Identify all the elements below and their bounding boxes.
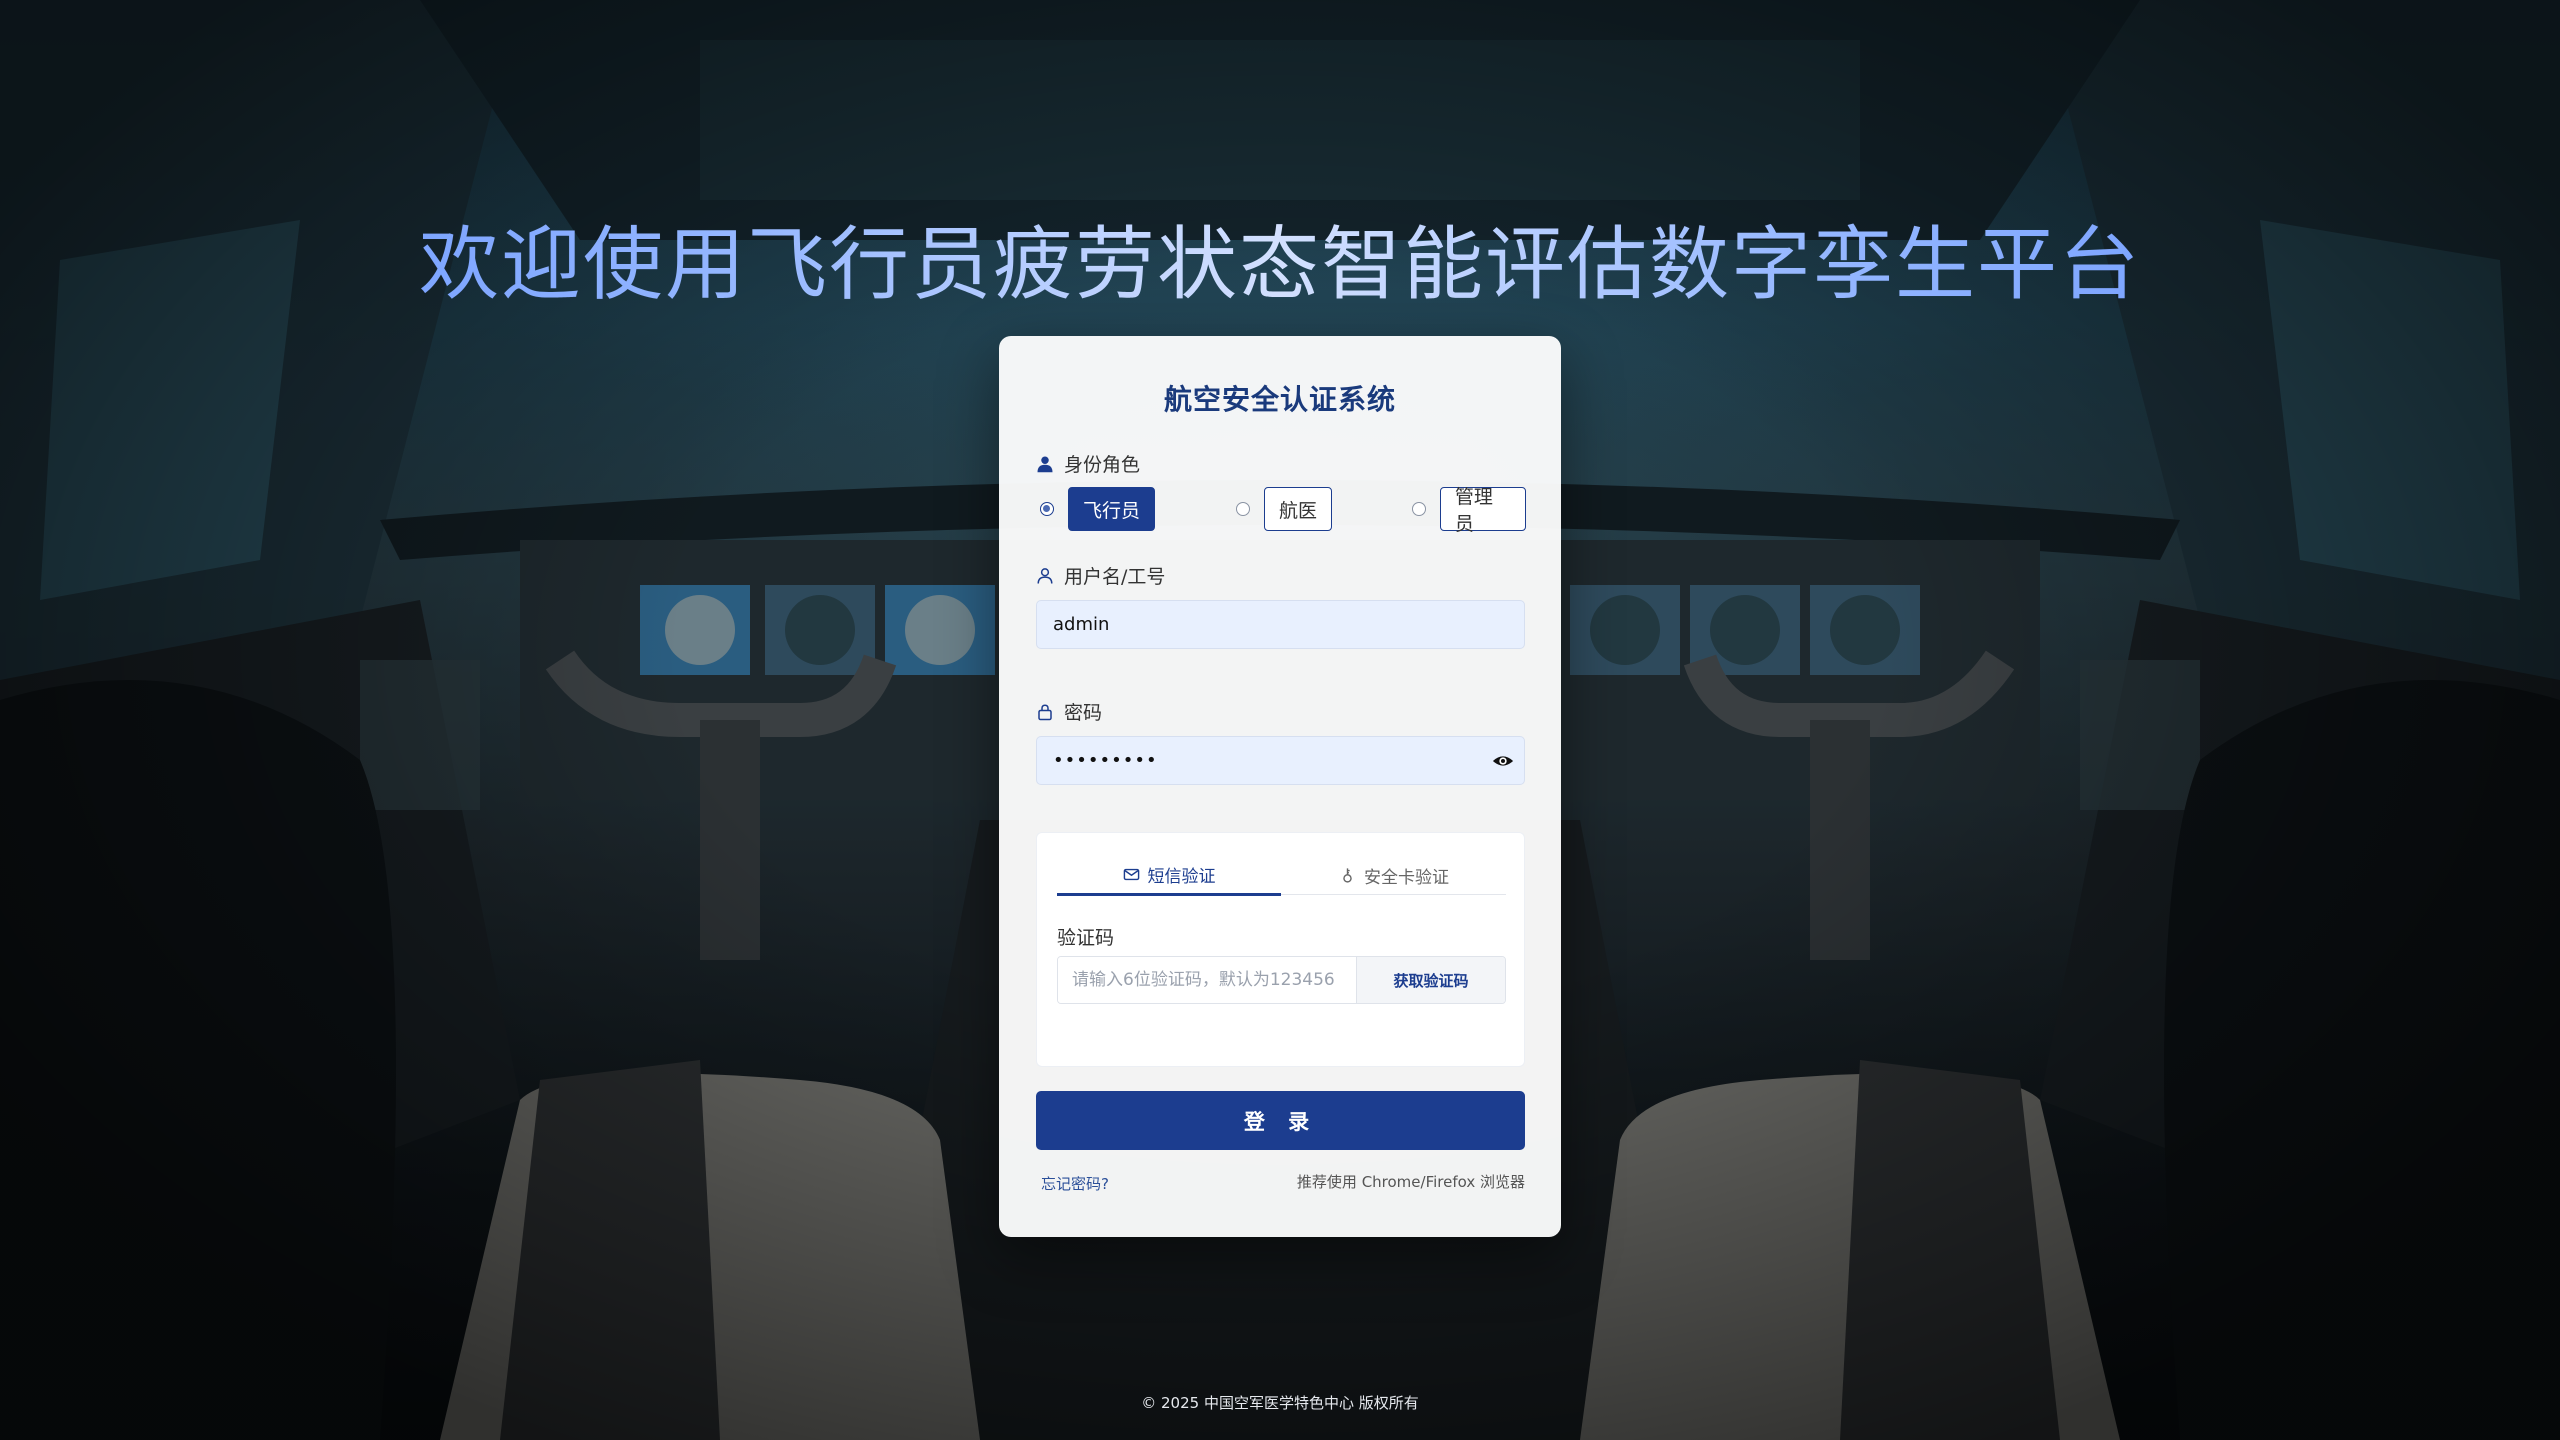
code-input-group: 获取验证码 bbox=[1057, 956, 1506, 1004]
verification-tabs: 短信验证 安全卡验证 bbox=[1057, 855, 1506, 896]
password-label: 密码 bbox=[1064, 702, 1103, 724]
user-outline-icon bbox=[1037, 567, 1053, 584]
browser-tip: 推荐使用 Chrome/Firefox 浏览器 bbox=[1296, 1173, 1525, 1191]
username-label: 用户名/工号 bbox=[1064, 566, 1166, 588]
code-input[interactable] bbox=[1058, 957, 1356, 1003]
code-label: 验证码 bbox=[1057, 927, 1115, 949]
role-option-admin[interactable]: 管理员 bbox=[1412, 486, 1526, 535]
radio-flight-surgeon[interactable] bbox=[1236, 502, 1250, 516]
username-label-row: 用户名/工号 bbox=[1036, 562, 1165, 589]
role-option-flight-surgeon[interactable]: 航医 bbox=[1236, 486, 1333, 532]
role-label-row: 身份角色 bbox=[1036, 450, 1140, 477]
forgot-password-link[interactable]: 忘记密码? bbox=[1041, 1173, 1109, 1194]
role-button-admin[interactable]: 管理员 bbox=[1439, 486, 1526, 535]
password-input[interactable]: ••••••••• bbox=[1036, 736, 1525, 785]
login-card: 航空安全认证系统 身份角色 飞行员 航医 管理员 用户名/工号 admin 密码… bbox=[999, 336, 1561, 1237]
tab-sms[interactable]: 短信验证 bbox=[1057, 855, 1281, 896]
role-button-pilot[interactable]: 飞行员 bbox=[1068, 487, 1156, 531]
card-title: 航空安全认证系统 bbox=[1163, 383, 1396, 416]
mail-icon bbox=[1123, 868, 1139, 880]
role-selector: 飞行员 航医 管理员 bbox=[1036, 486, 1526, 535]
tab-security-card-label: 安全卡验证 bbox=[1364, 867, 1449, 888]
role-label: 身份角色 bbox=[1064, 454, 1141, 476]
radio-admin[interactable] bbox=[1412, 502, 1426, 516]
key-icon bbox=[1343, 867, 1352, 883]
password-masked-value: ••••••••• bbox=[1053, 750, 1158, 771]
user-solid-icon bbox=[1037, 456, 1053, 472]
username-input[interactable]: admin bbox=[1036, 600, 1525, 649]
role-button-flight-surgeon[interactable]: 航医 bbox=[1264, 487, 1333, 531]
page-headline: 欢迎使用飞行员疲劳状态智能评估数字孪生平台 bbox=[0, 200, 2560, 316]
radio-pilot[interactable] bbox=[1040, 502, 1054, 516]
password-label-row: 密码 bbox=[1036, 698, 1102, 725]
copyright-text: © 2025 中国空军医学特色中心 版权所有 bbox=[1141, 1394, 1419, 1412]
login-button[interactable]: 登 录 bbox=[1036, 1091, 1525, 1150]
tab-sms-label: 短信验证 bbox=[1147, 866, 1216, 887]
lock-icon bbox=[1038, 703, 1052, 720]
verification-panel: 短信验证 安全卡验证 验证码 获取验证码 bbox=[1036, 832, 1525, 1067]
eye-icon[interactable] bbox=[1492, 750, 1514, 772]
role-option-pilot[interactable]: 飞行员 bbox=[1040, 486, 1156, 532]
tab-security-card[interactable]: 安全卡验证 bbox=[1282, 855, 1506, 895]
get-code-button[interactable]: 获取验证码 bbox=[1356, 957, 1505, 1003]
